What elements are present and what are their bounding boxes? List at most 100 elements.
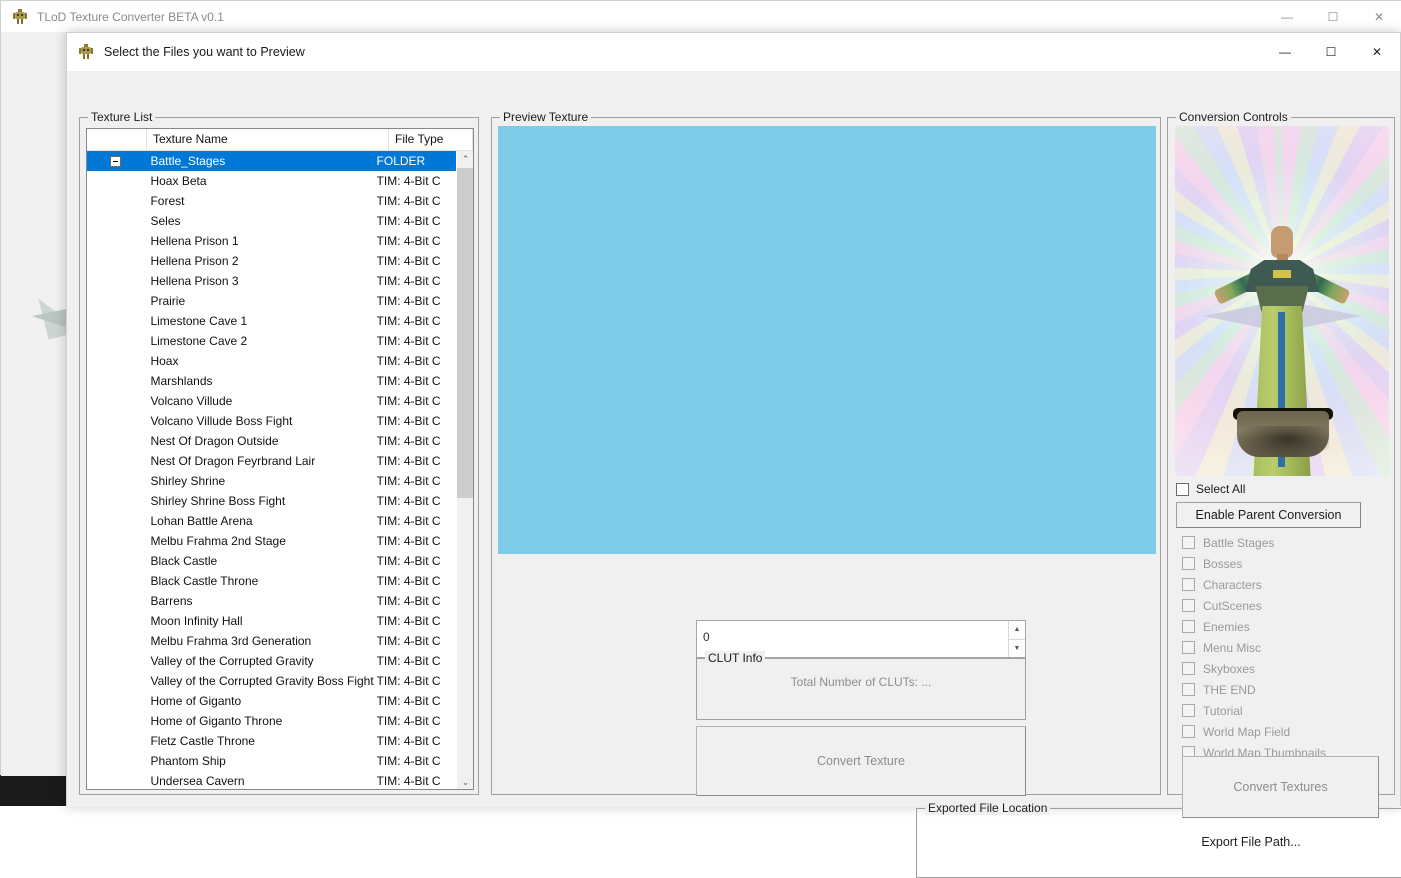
texture-name-cell: Forest [150,194,185,208]
table-row[interactable]: Hoax Beta TIM: 4-Bit C [87,171,457,191]
texture-name-cell: Black Castle [150,554,218,568]
folder-checkbox-list[interactable]: Battle Stages Bosses Characters CutScenes En… [1182,532,1387,763]
table-row[interactable]: Valley of the Corrupted Gravity TIM: 4-Bi… [87,651,457,671]
convert-textures-button[interactable]: Convert Textures [1182,756,1379,818]
folder-checkbox-the-end[interactable]: THE END [1182,679,1387,700]
clut-info-group-title: CLUT Info [705,651,766,665]
table-row[interactable]: Prairie TIM: 4-Bit C [87,291,457,311]
scroll-up-icon[interactable]: ⌃ [457,151,473,168]
checkbox-icon[interactable] [1182,620,1195,633]
parent-minimize-button[interactable]: — [1264,1,1310,32]
checkbox-icon[interactable] [1182,641,1195,654]
texture-name-cell: Marshlands [150,374,213,388]
table-row[interactable]: Hellena Prison 3 TIM: 4-Bit C [87,271,457,291]
table-row[interactable]: Barrens TIM: 4-Bit C [87,591,457,611]
scrollbar-thumb[interactable] [457,168,473,498]
texture-name-cell: Melbu Frahma 2nd Stage [150,534,286,548]
folder-checkbox-characters[interactable]: Characters [1182,574,1387,595]
table-row[interactable]: Home of Giganto Throne TIM: 4-Bit C [87,711,457,731]
checkbox-icon[interactable] [1182,536,1195,549]
dialog-minimize-button[interactable]: — [1262,33,1308,71]
folder-checkbox-battle-stages[interactable]: Battle Stages [1182,532,1387,553]
texture-name-cell: Limestone Cave 1 [150,314,248,328]
checkbox-icon[interactable] [1182,557,1195,570]
table-row[interactable]: Hellena Prison 2 TIM: 4-Bit C [87,251,457,271]
dialog-title: Select the Files you want to Preview [104,45,305,59]
table-row[interactable]: Melbu Frahma 2nd Stage TIM: 4-Bit C [87,531,457,551]
file-type-cell: TIM: 4-Bit C [376,314,441,328]
table-row[interactable]: Limestone Cave 2 TIM: 4-Bit C [87,331,457,351]
folder-checkbox-cutscenes[interactable]: CutScenes [1182,595,1387,616]
texture-tree[interactable]: Texture Name File Type Battle_Stages FOLD… [86,128,474,790]
folder-checkbox-tutorial[interactable]: Tutorial [1182,700,1387,721]
texture-name-cell: Seles [150,214,181,228]
collapse-minus-icon[interactable] [110,155,122,167]
folder-checkbox-menu-misc[interactable]: Menu Misc [1182,637,1387,658]
column-header-expander[interactable] [87,129,147,151]
texture-name-cell: Hellena Prison 2 [150,254,239,268]
exported-file-location-group-title: Exported File Location [925,801,1051,815]
checkbox-icon[interactable] [1182,599,1195,612]
checkbox-icon[interactable] [1182,683,1195,696]
checkbox-icon[interactable] [1176,482,1189,496]
table-row[interactable]: Battle_Stages FOLDER [87,151,457,171]
texture-name-cell: Nest Of Dragon Feyrbrand Lair [150,454,316,468]
folder-checkbox-bosses[interactable]: Bosses [1182,553,1387,574]
table-row[interactable]: Moon Infinity Hall TIM: 4-Bit C [87,611,457,631]
table-row[interactable]: Fletz Castle Throne TIM: 4-Bit C [87,731,457,751]
table-row[interactable]: Melbu Frahma 3rd Generation TIM: 4-Bit C [87,631,457,651]
table-row[interactable]: Valley of the Corrupted Gravity Boss Fig… [87,671,457,691]
dialog-maximize-button[interactable]: ☐ [1308,33,1354,71]
table-row[interactable]: Black Castle TIM: 4-Bit C [87,551,457,571]
convert-textures-button-label: Convert Textures [1233,780,1328,794]
parent-close-button[interactable]: ✕ [1356,1,1401,32]
checkbox-icon[interactable] [1182,704,1195,717]
dialog-title-bar[interactable]: Select the Files you want to Preview — ☐… [67,33,1400,71]
scroll-down-icon[interactable]: ⌄ [457,774,473,789]
spin-down-icon[interactable]: ▼ [1009,639,1025,657]
table-row[interactable]: Black Castle Throne TIM: 4-Bit C [87,571,457,591]
table-row[interactable]: Volcano Villude TIM: 4-Bit C [87,391,457,411]
enable-parent-conversion-button[interactable]: Enable Parent Conversion [1176,502,1361,528]
folder-checkbox-world-map-field[interactable]: World Map Field [1182,721,1387,742]
table-row[interactable]: Hoax TIM: 4-Bit C [87,351,457,371]
column-header-texture-name[interactable]: Texture Name [147,129,389,151]
texture-name-cell: Prairie [150,294,186,308]
table-row[interactable]: Hellena Prison 1 TIM: 4-Bit C [87,231,457,251]
table-row[interactable]: Marshlands TIM: 4-Bit C [87,371,457,391]
table-row[interactable]: Volcano Villude Boss Fight TIM: 4-Bit C [87,411,457,431]
export-file-path-button[interactable]: Export File Path... [917,835,1401,849]
select-all-checkbox[interactable]: Select All [1176,482,1245,496]
column-header-file-type[interactable]: File Type [389,129,473,151]
texture-tree-scrollbar[interactable]: ⌃ ⌄ [456,151,473,789]
checkbox-icon[interactable] [1182,725,1195,738]
parent-maximize-button[interactable]: ☐ [1310,1,1356,32]
table-row[interactable]: Phantom Ship TIM: 4-Bit C [87,751,457,771]
select-all-label: Select All [1196,482,1246,496]
row-expander-cell[interactable] [87,155,144,167]
table-row[interactable]: Lohan Battle Arena TIM: 4-Bit C [87,511,457,531]
texture-name-cell: Home of Giganto [150,694,242,708]
table-row[interactable]: Undersea Cavern TIM: 4-Bit C [87,771,457,789]
folder-checkbox-enemies[interactable]: Enemies [1182,616,1387,637]
table-row[interactable]: Nest Of Dragon Outside TIM: 4-Bit C [87,431,457,451]
table-row[interactable]: Nest Of Dragon Feyrbrand Lair TIM: 4-Bit … [87,451,457,471]
checkbox-icon[interactable] [1182,578,1195,591]
table-row[interactable]: Forest TIM: 4-Bit C [87,191,457,211]
checkbox-icon[interactable] [1182,662,1195,675]
dialog-close-button[interactable]: ✕ [1354,33,1400,71]
texture-tree-rows[interactable]: Battle_Stages FOLDER Hoax Beta TIM: 4-Bit C… [87,151,457,789]
table-row[interactable]: Shirley Shrine Boss Fight TIM: 4-Bit C [87,491,457,511]
table-row[interactable]: Home of Giganto TIM: 4-Bit C [87,691,457,711]
file-type-cell: TIM: 4-Bit C [376,474,441,488]
file-type-cell: TIM: 4-Bit C [376,634,441,648]
preview-texture-canvas[interactable] [498,126,1156,554]
table-row[interactable]: Shirley Shrine TIM: 4-Bit C [87,471,457,491]
texture-name-cell: Nest Of Dragon Outside [150,434,279,448]
folder-checkbox-skyboxes[interactable]: Skyboxes [1182,658,1387,679]
spin-up-icon[interactable]: ▲ [1009,621,1025,640]
convert-texture-button[interactable]: Convert Texture [696,726,1026,796]
table-row[interactable]: Limestone Cave 1 TIM: 4-Bit C [87,311,457,331]
table-row[interactable]: Seles TIM: 4-Bit C [87,211,457,231]
parent-title-bar[interactable]: TLoD Texture Converter BETA v0.1 — ☐ ✕ [1,1,1401,32]
